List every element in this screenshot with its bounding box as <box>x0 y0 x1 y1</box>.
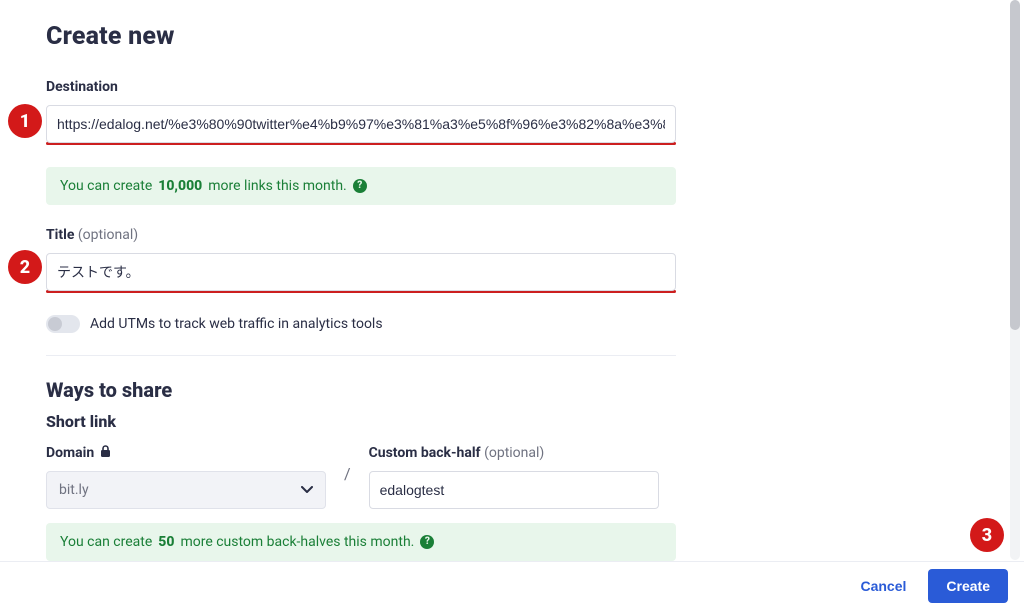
shortlink-subtitle: Short link <box>46 412 676 431</box>
backhalf-notice-prefix: You can create <box>60 534 152 550</box>
utm-toggle-label: Add UTMs to track web traffic in analyti… <box>90 316 383 332</box>
domain-select[interactable]: bit.ly <box>46 471 326 509</box>
domain-selected: bit.ly <box>59 482 89 498</box>
domain-label: Domain <box>46 445 326 461</box>
info-icon[interactable]: ? <box>353 179 367 193</box>
annotation-badge-3: 3 <box>970 518 1004 552</box>
lock-icon <box>100 445 111 461</box>
page-title: Create new <box>46 22 676 51</box>
path-slash: / <box>344 464 351 491</box>
title-label-text: Title <box>46 227 74 243</box>
utm-toggle[interactable] <box>46 315 80 333</box>
backhalf-notice: You can create 50 more custom back-halve… <box>46 523 676 561</box>
annotation-badge-1: 1 <box>8 104 42 138</box>
links-notice: You can create 10,000 more links this mo… <box>46 167 676 205</box>
links-notice-suffix: more links this month. <box>208 178 346 194</box>
footer: Cancel Create <box>0 561 1024 609</box>
scrollbar-thumb[interactable] <box>1010 0 1020 330</box>
destination-input[interactable] <box>46 105 676 143</box>
chevron-down-icon <box>301 483 313 497</box>
links-notice-count: 10,000 <box>158 178 202 194</box>
title-input[interactable] <box>46 253 676 291</box>
backhalf-notice-count: 50 <box>158 534 174 550</box>
backhalf-optional: (optional) <box>484 445 544 461</box>
backhalf-notice-suffix: more custom back-halves this month. <box>180 534 414 550</box>
domain-label-text: Domain <box>46 445 94 461</box>
cancel-button[interactable]: Cancel <box>846 570 920 602</box>
backhalf-label-text: Custom back-half <box>369 445 481 461</box>
create-button[interactable]: Create <box>928 569 1008 603</box>
title-optional: (optional) <box>78 227 138 243</box>
title-label: Title (optional) <box>46 227 676 243</box>
backhalf-input[interactable] <box>369 471 659 509</box>
links-notice-prefix: You can create <box>60 178 152 194</box>
backhalf-label: Custom back-half (optional) <box>369 445 659 461</box>
annotation-badge-2: 2 <box>8 250 42 284</box>
info-icon[interactable]: ? <box>420 535 434 549</box>
destination-label: Destination <box>46 79 676 95</box>
separator <box>46 355 676 356</box>
ways-title: Ways to share <box>46 378 676 402</box>
